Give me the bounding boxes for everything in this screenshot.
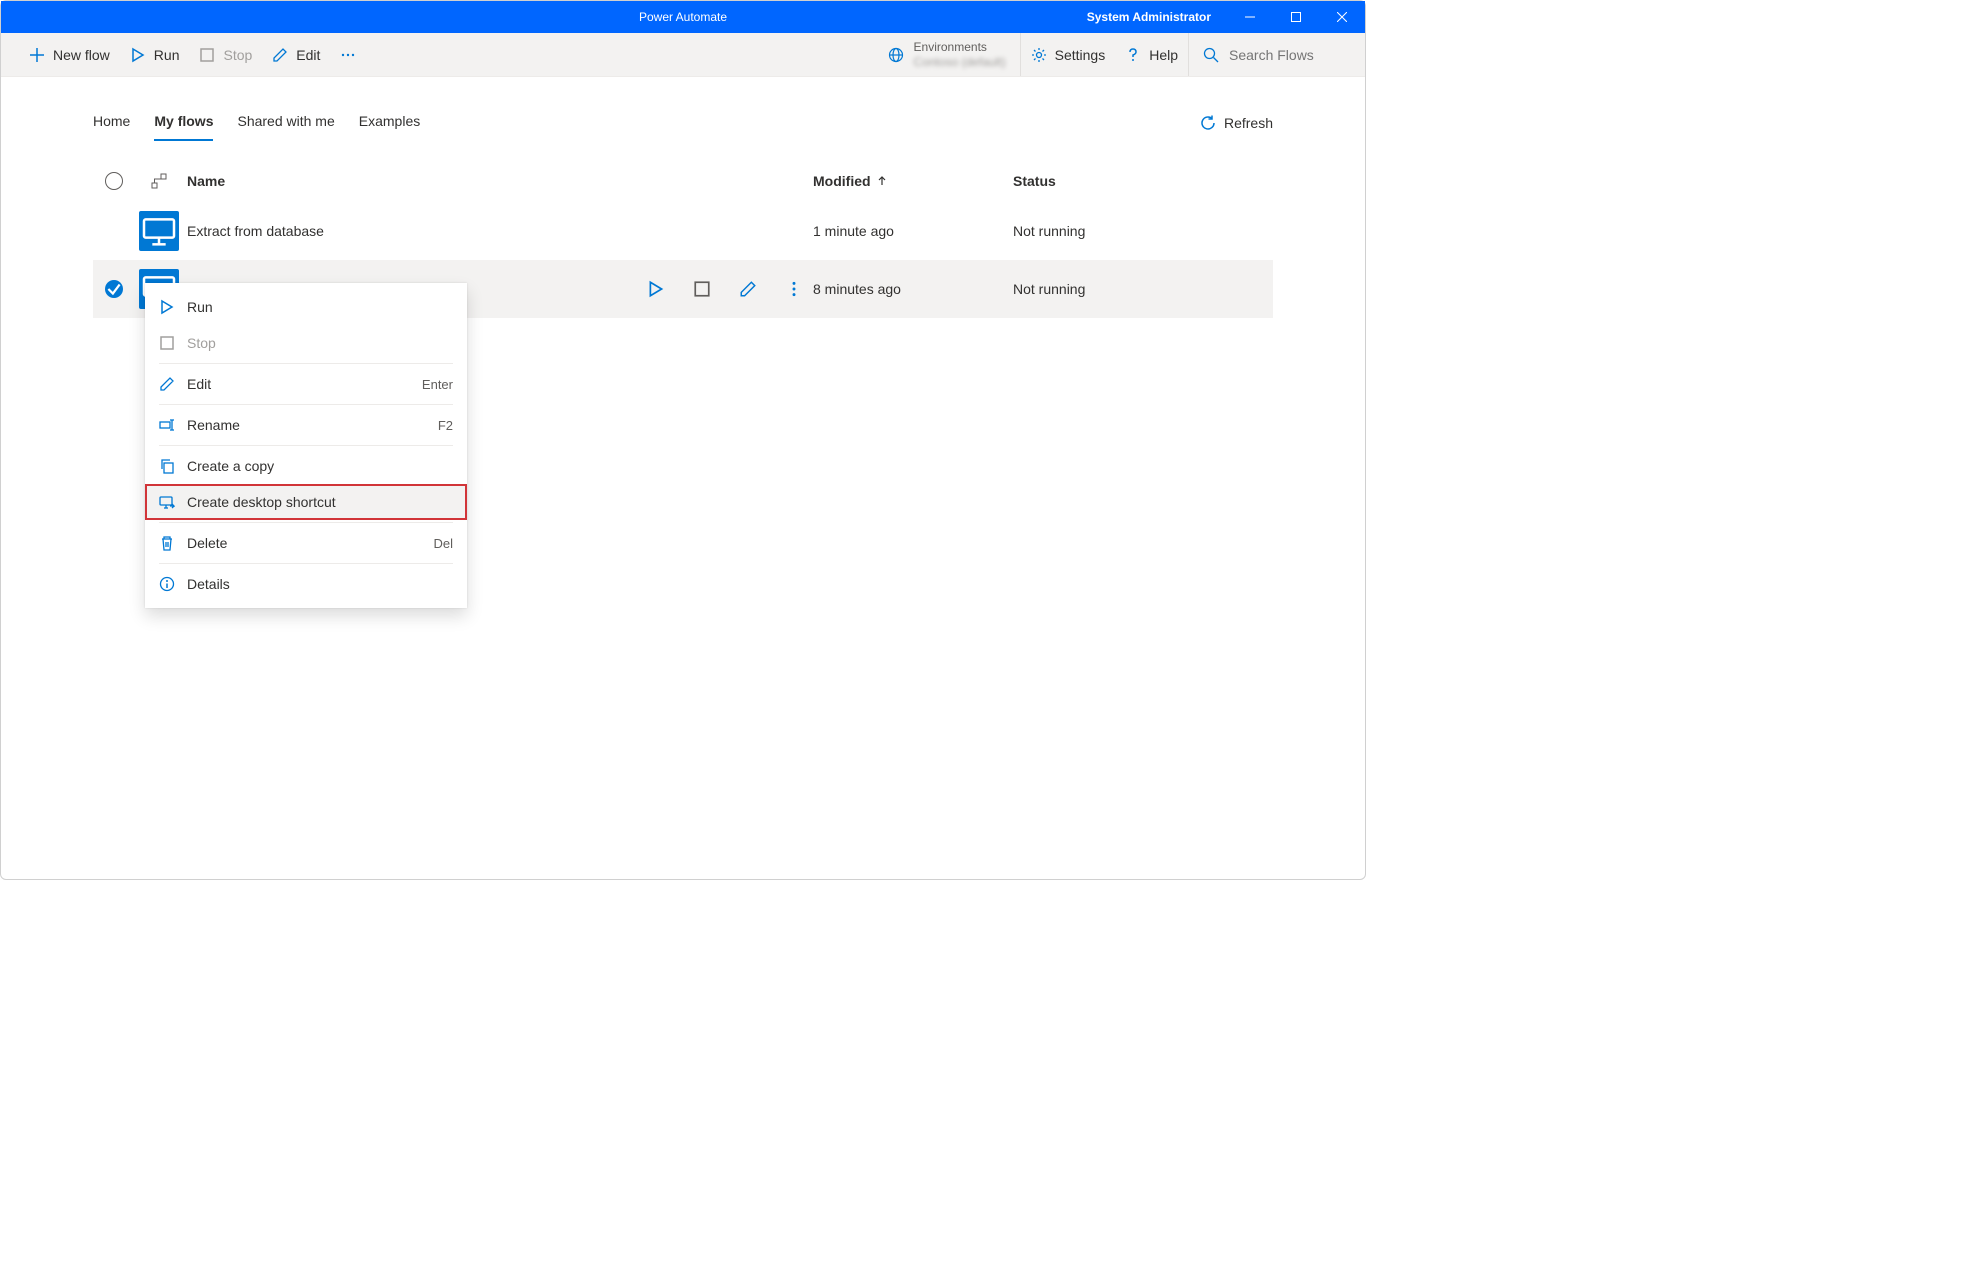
row-more-icon[interactable] — [785, 280, 803, 298]
command-bar: New flow Run Stop Edit Environments Cont… — [1, 33, 1365, 77]
ctx-run[interactable]: Run — [145, 289, 467, 325]
tab-examples[interactable]: Examples — [359, 105, 420, 141]
app-title: Power Automate — [639, 10, 727, 24]
refresh-icon — [1200, 115, 1216, 131]
status-column-header[interactable]: Status — [1013, 173, 1273, 189]
gear-icon — [1031, 47, 1047, 63]
kbd-hint: F2 — [438, 418, 453, 433]
more-button[interactable] — [330, 33, 366, 76]
context-menu: Run Stop Edit Enter Rename F2 Create a c… — [145, 283, 467, 608]
maximize-button[interactable] — [1273, 1, 1319, 33]
ctx-create-copy[interactable]: Create a copy — [145, 448, 467, 484]
tab-home[interactable]: Home — [93, 105, 130, 141]
ctx-edit[interactable]: Edit Enter — [145, 366, 467, 402]
modified-column-header[interactable]: Modified — [813, 173, 1013, 189]
environment-picker[interactable]: Environments Contoso (default) — [874, 33, 1021, 76]
settings-button[interactable]: Settings — [1021, 33, 1116, 76]
row-run-icon[interactable] — [647, 280, 665, 298]
desktop-flow-icon — [139, 211, 179, 251]
user-name[interactable]: System Administrator — [1071, 10, 1227, 24]
flow-modified: 1 minute ago — [813, 223, 1013, 239]
row-selected-check-icon[interactable] — [105, 280, 123, 298]
new-flow-label: New flow — [53, 47, 110, 63]
flow-status: Not running — [1013, 223, 1273, 239]
help-button[interactable]: Help — [1115, 33, 1189, 76]
play-icon — [130, 47, 146, 63]
pencil-icon — [159, 376, 175, 392]
tab-bar: Home My flows Shared with me Examples Re… — [93, 105, 1273, 142]
row-stop-icon — [693, 280, 711, 298]
close-button[interactable] — [1319, 1, 1365, 33]
tab-my-flows[interactable]: My flows — [154, 105, 213, 141]
globe-icon — [888, 47, 904, 63]
kbd-hint: Enter — [422, 377, 453, 392]
ctx-stop: Stop — [145, 325, 467, 361]
new-flow-button[interactable]: New flow — [19, 33, 120, 76]
table-header: Name Modified Status — [93, 160, 1273, 202]
ctx-rename[interactable]: Rename F2 — [145, 407, 467, 443]
stop-icon — [199, 47, 215, 63]
search-box[interactable] — [1189, 47, 1353, 63]
table-row[interactable]: Extract from database 1 minute ago Not r… — [93, 202, 1273, 260]
edit-button[interactable]: Edit — [262, 33, 330, 76]
question-icon — [1125, 47, 1141, 63]
stop-label: Stop — [223, 47, 252, 63]
info-icon — [159, 576, 175, 592]
tab-shared[interactable]: Shared with me — [237, 105, 334, 141]
pencil-icon — [272, 47, 288, 63]
environments-label: Environments — [914, 40, 1006, 54]
search-input[interactable] — [1229, 47, 1339, 63]
play-icon — [159, 299, 175, 315]
name-column-header[interactable]: Name — [183, 173, 813, 189]
edit-label: Edit — [296, 47, 320, 63]
kbd-hint: Del — [433, 536, 453, 551]
desktop-shortcut-icon — [159, 494, 175, 510]
ctx-delete[interactable]: Delete Del — [145, 525, 467, 561]
ellipsis-icon — [340, 47, 356, 63]
minimize-button[interactable] — [1227, 1, 1273, 33]
select-all[interactable] — [93, 172, 135, 190]
help-label: Help — [1149, 47, 1178, 63]
stop-button: Stop — [189, 33, 262, 76]
sort-asc-icon — [877, 176, 887, 186]
trash-icon — [159, 535, 175, 551]
settings-label: Settings — [1055, 47, 1106, 63]
environments-value: Contoso (default) — [914, 55, 1006, 69]
plus-icon — [29, 47, 45, 63]
ctx-details[interactable]: Details — [145, 566, 467, 602]
refresh-button[interactable]: Refresh — [1200, 115, 1273, 131]
type-column-icon — [135, 173, 183, 189]
run-button[interactable]: Run — [120, 33, 190, 76]
copy-icon — [159, 458, 175, 474]
stop-icon — [159, 335, 175, 351]
flow-modified: 8 minutes ago — [813, 281, 1013, 297]
run-label: Run — [154, 47, 180, 63]
flow-status: Not running — [1013, 281, 1273, 297]
titlebar: Power Automate System Administrator — [1, 1, 1365, 33]
ctx-create-desktop-shortcut[interactable]: Create desktop shortcut — [145, 484, 467, 520]
search-icon — [1203, 47, 1219, 63]
flow-name[interactable]: Extract from database — [183, 223, 813, 239]
row-edit-icon[interactable] — [739, 280, 757, 298]
refresh-label: Refresh — [1224, 115, 1273, 131]
rename-icon — [159, 417, 175, 433]
